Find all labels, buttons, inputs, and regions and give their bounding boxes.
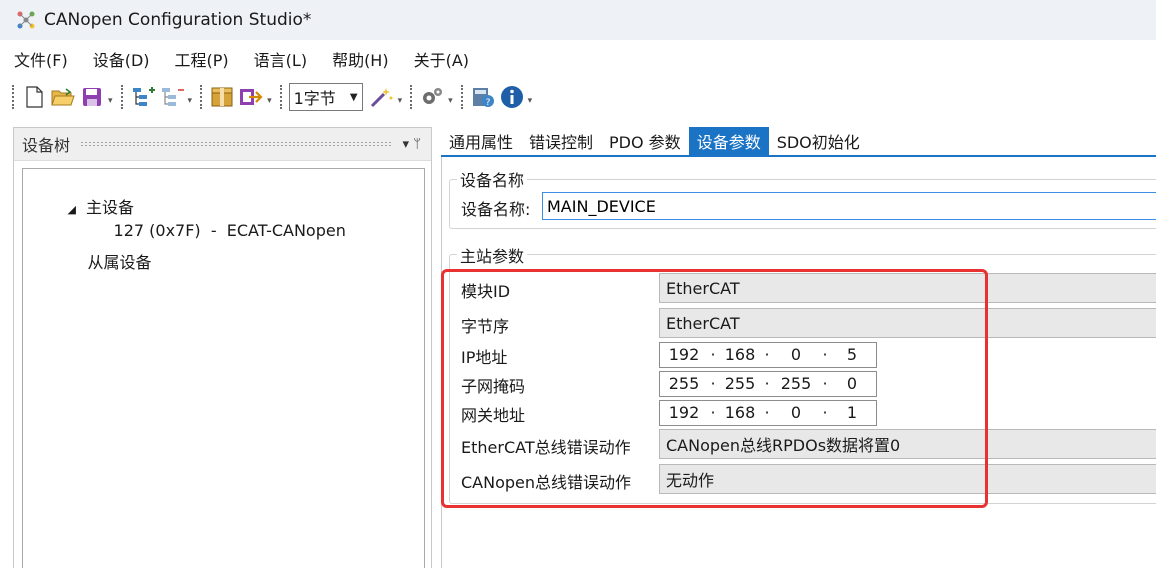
window-title: CANopen Configuration Studio* [44, 10, 312, 30]
add-node-icon[interactable] [130, 84, 156, 110]
toolbar-grip[interactable] [12, 85, 15, 109]
menu-bar: 文件(F) 设备(D) 工程(P) 语言(L) 帮助(H) 关于(A) [0, 44, 494, 74]
master-params-legend: 主站参数 [457, 243, 528, 267]
menu-language[interactable]: 语言(L) [254, 47, 307, 71]
toolbar-grip[interactable] [200, 85, 203, 109]
device-name-input[interactable] [542, 192, 1156, 220]
open-folder-icon[interactable] [50, 84, 76, 110]
highlight-box [441, 269, 988, 508]
pin-icon[interactable]: ▾ ᛘ [403, 137, 421, 152]
settings-icon[interactable] [419, 84, 445, 110]
new-file-icon[interactable] [21, 84, 47, 110]
device-tree-title: 设备树 [22, 136, 71, 155]
tab-device-params[interactable]: 设备参数 [688, 127, 769, 155]
toolbar-grip[interactable] [120, 85, 124, 109]
save-icon[interactable] [79, 84, 105, 110]
magic-wand-icon[interactable] [369, 84, 395, 110]
toolbar: ▾ ▾ ▾ 1字节 ▼ ▾ ▾ ? ▾ [0, 80, 1156, 114]
menu-file[interactable]: 文件(F) [14, 47, 68, 71]
tab-pdo[interactable]: PDO 参数 [601, 127, 689, 155]
device-name-label: 设备名称: [461, 200, 531, 219]
menu-device[interactable]: 设备(D) [93, 47, 150, 71]
tab-sdo-init[interactable]: SDO初始化 [769, 127, 868, 155]
export-dropdown-icon[interactable]: ▾ [267, 96, 272, 106]
settings-dropdown-icon[interactable]: ▾ [448, 96, 453, 106]
chevron-down-icon: ▼ [349, 91, 358, 103]
remove-node-icon[interactable] [159, 84, 185, 110]
menu-help[interactable]: 帮助(H) [332, 47, 389, 71]
node-dropdown-icon[interactable]: ▾ [188, 96, 193, 106]
wand-dropdown-icon[interactable]: ▾ [398, 96, 403, 106]
tree-item-slave[interactable]: 从属设备 [57, 230, 152, 292]
panel-grip[interactable] [80, 141, 393, 147]
save-dropdown-icon[interactable]: ▾ [108, 96, 113, 106]
device-tree-panel: 设备树 ▾ ᛘ ◢ 主设备 127 (0x7F) - ECAT-CANopen 从… [13, 127, 432, 568]
app-icon [16, 10, 36, 30]
info-dropdown-icon[interactable]: ▾ [528, 96, 533, 106]
device-tree-header: 设备树 ▾ ᛘ [14, 128, 431, 161]
menu-project[interactable]: 工程(P) [175, 47, 229, 71]
byte-select[interactable]: 1字节 ▼ [288, 83, 363, 111]
info-icon[interactable] [499, 84, 525, 110]
device-tree: ◢ 主设备 127 (0x7F) - ECAT-CANopen 从属设备 [22, 168, 425, 568]
collapse-icon[interactable]: ◢ [68, 203, 76, 216]
byte-select-value: 1字节 [293, 89, 336, 108]
title-bar: CANopen Configuration Studio* [0, 0, 1156, 40]
tree-slave-label: 从属设备 [87, 253, 152, 272]
tab-bar: 通用属性 错误控制 PDO 参数 设备参数 SDO初始化 [441, 127, 868, 155]
svg-text:?: ? [485, 98, 490, 108]
toolbar-grip[interactable] [410, 85, 413, 109]
package-icon[interactable] [209, 84, 235, 110]
menu-about[interactable]: 关于(A) [414, 47, 469, 71]
calculator-help-icon[interactable]: ? [470, 84, 496, 110]
tab-error-control[interactable]: 错误控制 [521, 127, 601, 155]
toolbar-grip[interactable] [460, 85, 464, 109]
toolbar-grip[interactable] [279, 85, 283, 109]
device-name-legend: 设备名称 [457, 167, 528, 191]
export-icon[interactable] [238, 84, 264, 110]
tab-general[interactable]: 通用属性 [441, 127, 521, 155]
